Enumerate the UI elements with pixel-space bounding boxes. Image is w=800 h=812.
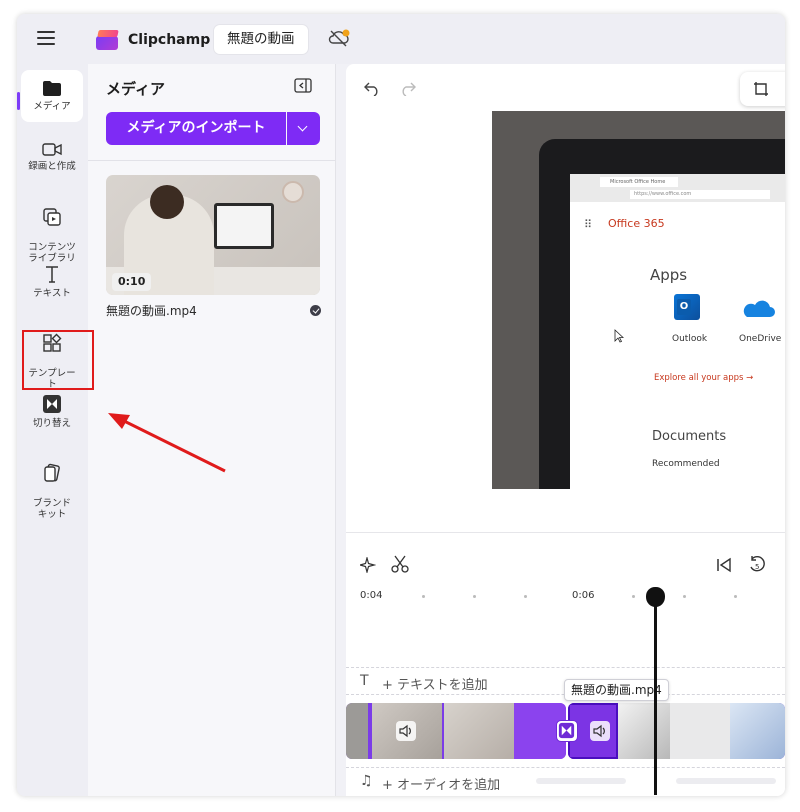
time-dot: [473, 595, 476, 598]
annotation-highlight-box: [22, 330, 94, 390]
playhead-line: [654, 597, 657, 795]
text-icon: [46, 266, 58, 283]
thumb-person-head: [150, 185, 184, 219]
office-title: Office 365: [608, 217, 665, 230]
explore-apps-link: Explore all your apps →: [654, 373, 754, 383]
nav-item-record[interactable]: 録画と作成: [21, 142, 83, 172]
import-media-button[interactable]: メディアのインポート: [106, 112, 286, 145]
audio-track[interactable]: ♫ + オーディオを追加: [346, 767, 785, 795]
outlook-icon: [674, 294, 700, 320]
asset-duration-badge: 0:10: [112, 273, 152, 291]
music-note-icon: ♫: [360, 773, 373, 789]
nav-item-content-library[interactable]: コンテンツ ライブラリ: [21, 196, 83, 264]
library-icon: [43, 208, 61, 226]
browser-url: https://www.office.com: [630, 190, 770, 199]
browser-bar: Microsoft Office Home https://www.office…: [570, 174, 785, 202]
clipchamp-logo-icon: [96, 28, 120, 50]
time-dot: [683, 595, 686, 598]
cloud-offline-icon[interactable]: [327, 28, 351, 48]
nav-label-content-library: コンテンツ ライブラリ: [28, 242, 76, 264]
onedrive-icon: [743, 300, 775, 317]
check-circle-icon: [310, 305, 321, 316]
clip-frame: [618, 703, 670, 759]
outlook-label: Outlook: [672, 334, 708, 344]
nav-label-text: テキスト: [33, 288, 71, 299]
magic-sparkle-icon[interactable]: [360, 557, 376, 573]
time-dot: [524, 595, 527, 598]
volume-icon[interactable]: [396, 721, 416, 741]
clip-frame: [730, 703, 785, 759]
video-clip[interactable]: [346, 703, 566, 759]
transition-glyph-icon: [558, 722, 575, 739]
nav-active-indicator: [17, 92, 20, 110]
folder-icon: [43, 81, 61, 96]
project-title[interactable]: 無題の動画: [214, 25, 308, 54]
documents-heading: Documents: [652, 429, 727, 444]
transition-icon: [43, 395, 61, 413]
panel-divider: [88, 160, 336, 161]
time-tick-label: 0:04: [360, 590, 383, 601]
media-panel-title: メディア: [106, 80, 165, 98]
video-preview-frame[interactable]: Microsoft Office Home https://www.office…: [492, 111, 785, 489]
nav-item-brand-kit[interactable]: ブランド キット: [21, 452, 83, 520]
laptop-screen: Microsoft Office Home https://www.office…: [570, 174, 785, 489]
mouse-cursor-icon: [614, 329, 624, 343]
left-nav: メディア 録画と作成 コンテンツ ライブラリ テキスト テンプレー ト 切り替え…: [17, 64, 88, 796]
time-dot: [422, 595, 425, 598]
nav-label-record: 録画と作成: [28, 161, 76, 172]
video-clip[interactable]: [568, 703, 785, 759]
import-dropdown-button[interactable]: [287, 112, 320, 145]
crop-toolbar-button[interactable]: [740, 72, 785, 106]
audio-waveform: [676, 778, 776, 784]
camera-icon: [42, 143, 62, 156]
collapse-panel-icon[interactable]: [294, 78, 312, 93]
waffle-icon: ⠿: [584, 218, 592, 231]
browser-tab: Microsoft Office Home: [600, 177, 678, 187]
preview-area: Microsoft Office Home https://www.office…: [346, 64, 785, 532]
undo-icon[interactable]: [364, 80, 380, 96]
audio-waveform: [536, 778, 626, 784]
video-track: [346, 703, 785, 759]
annotation-arrow-icon: [108, 413, 226, 473]
top-bar: Clipchamp 無題の動画: [17, 14, 785, 64]
thumb-wall-clock: [282, 181, 304, 203]
nav-item-text[interactable]: テキスト: [21, 264, 83, 299]
menu-icon[interactable]: [37, 31, 55, 45]
nav-label-transitions: 切り替え: [32, 418, 71, 429]
nav-item-transitions[interactable]: 切り替え: [21, 394, 83, 429]
clip-frame: [346, 703, 368, 759]
time-dot: [734, 595, 737, 598]
time-dot: [632, 595, 635, 598]
svg-text:5: 5: [755, 563, 759, 571]
volume-icon[interactable]: [590, 721, 610, 741]
clip-frame: [444, 703, 514, 759]
brand-kit-icon: [44, 463, 60, 482]
add-text-button[interactable]: + テキストを追加: [382, 674, 488, 693]
timeline: 5 0:04 0:06 T + テキストを追加 無題の動画.mp4 ♫ + オー…: [346, 532, 785, 796]
clip-frame: [670, 703, 730, 759]
nav-label-brand-kit: ブランド キット: [32, 498, 71, 520]
onedrive-label: OneDrive: [739, 334, 782, 344]
nav-item-media[interactable]: メディア: [21, 70, 83, 122]
recommended-label: Recommended: [652, 459, 720, 469]
skip-back-icon[interactable]: [716, 557, 732, 573]
asset-filename: 無題の動画.mp4: [106, 304, 197, 318]
scissors-icon[interactable]: [391, 555, 409, 573]
add-audio-button[interactable]: + オーディオを追加: [382, 774, 500, 793]
time-tick-label: 0:06: [572, 590, 595, 601]
playhead-handle[interactable]: [646, 587, 665, 607]
nav-label-media: メディア: [33, 101, 71, 112]
brand-name: Clipchamp: [128, 32, 211, 48]
redo-icon[interactable]: [400, 80, 416, 96]
rewind-5s-icon[interactable]: 5: [748, 555, 766, 575]
transition-marker-icon[interactable]: [556, 720, 578, 742]
thumb-monitor: [214, 203, 274, 249]
media-asset-thumbnail[interactable]: 0:10: [106, 175, 320, 295]
text-track-icon: T: [360, 673, 369, 689]
crop-icon: [754, 82, 768, 96]
apps-heading: Apps: [650, 266, 688, 284]
